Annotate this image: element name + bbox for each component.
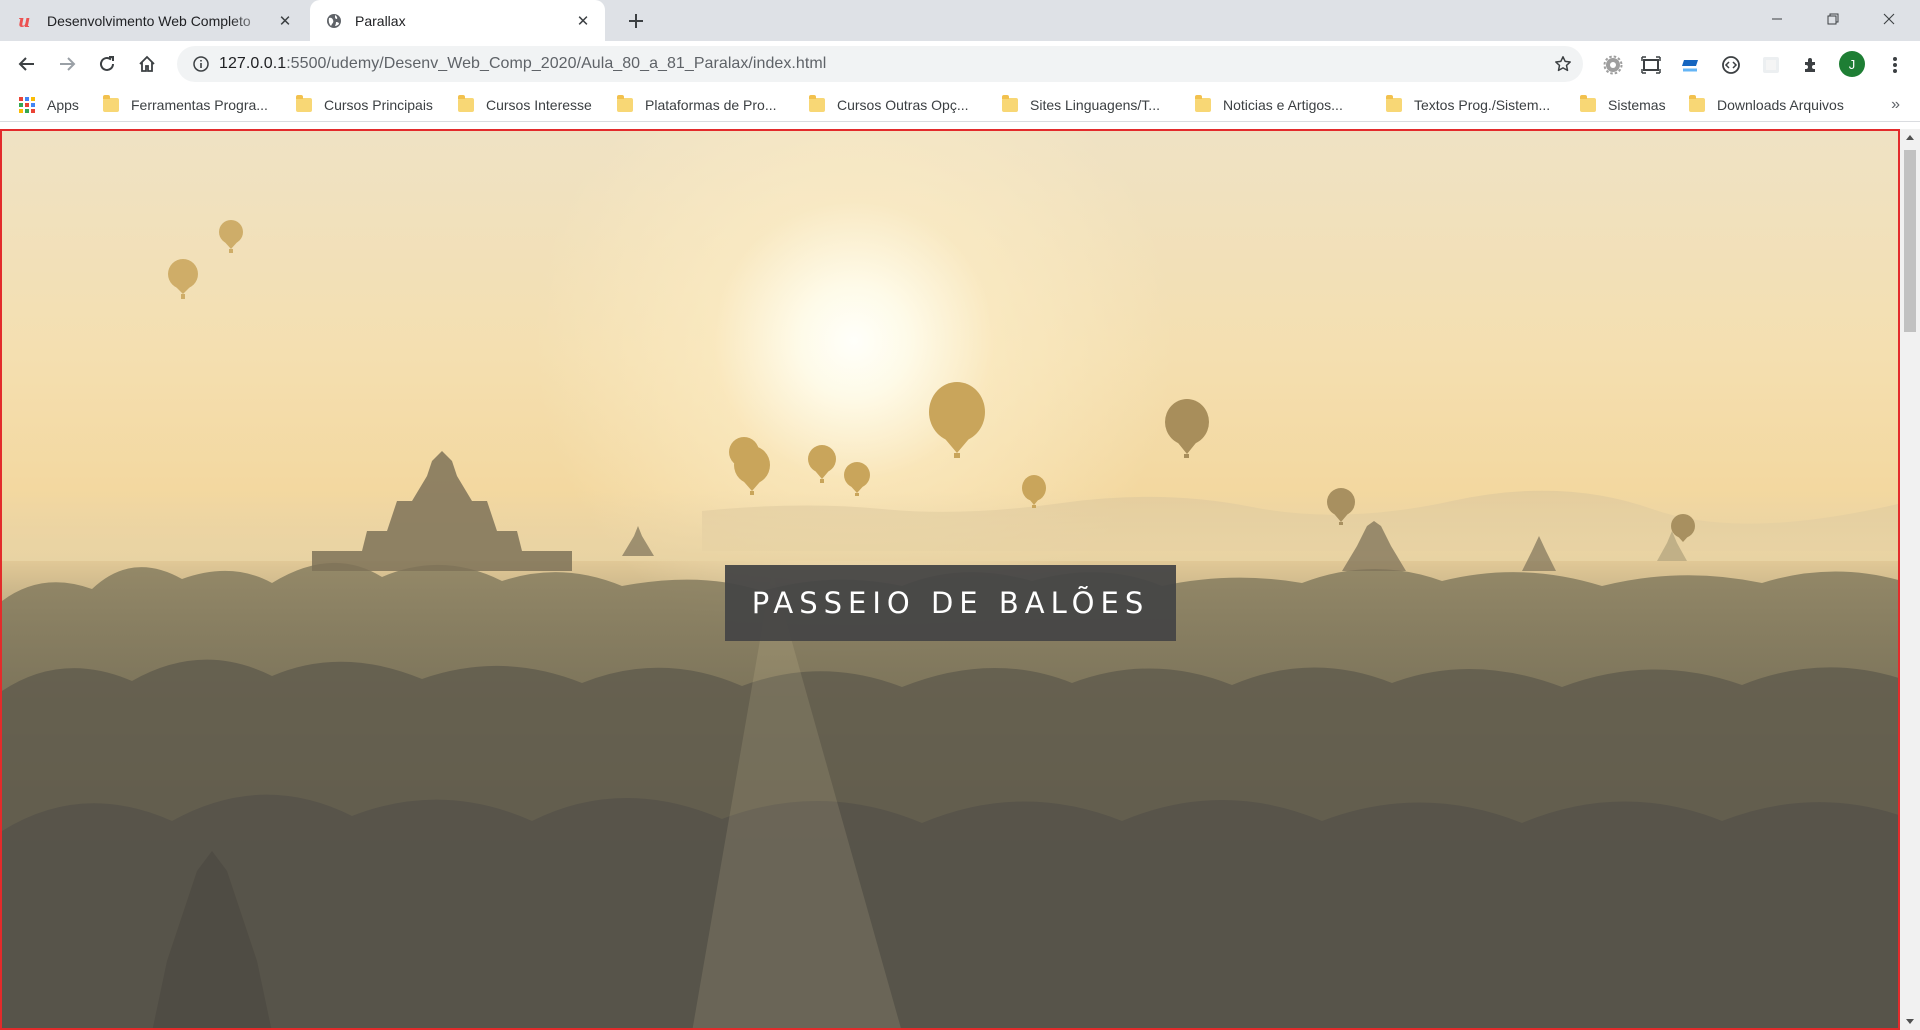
bookmark-folder[interactable]: Ferramentas Progra... xyxy=(103,88,268,122)
vertical-scrollbar[interactable] xyxy=(1900,129,1920,1030)
bookmark-folder[interactable]: Cursos Interesse xyxy=(458,88,592,122)
folder-icon xyxy=(1195,95,1211,112)
close-window-button[interactable] xyxy=(1866,0,1912,38)
close-icon[interactable]: ✕ xyxy=(573,11,593,31)
arrow-left-icon xyxy=(18,57,34,71)
profile-avatar[interactable]: J xyxy=(1839,51,1865,77)
svg-text:u: u xyxy=(18,12,30,30)
back-button[interactable] xyxy=(11,48,43,80)
bookmark-label: Downloads Arquivos xyxy=(1717,97,1844,113)
bookmark-label: Plataformas de Pro... xyxy=(645,97,777,113)
address-bar[interactable]: 127.0.0.1:5500/udemy/Desenv_Web_Comp_202… xyxy=(177,46,1583,82)
folder-icon xyxy=(1580,95,1596,112)
bookmark-label: Sites Linguagens/T... xyxy=(1030,97,1160,113)
close-icon[interactable]: ✕ xyxy=(275,11,295,31)
menu-kebab-icon[interactable] xyxy=(1880,50,1910,80)
bookmark-label: Apps xyxy=(47,97,79,113)
scroll-down-arrow-icon[interactable] xyxy=(1906,1019,1914,1024)
tab-title: Parallax xyxy=(355,12,406,29)
bookmark-label: Cursos Outras Opç... xyxy=(837,97,969,113)
bookmark-label: Sistemas xyxy=(1608,97,1666,113)
udemy-icon: u xyxy=(17,12,35,30)
apps-grid-icon xyxy=(19,97,35,113)
folder-icon xyxy=(1002,95,1018,112)
arrow-right-icon xyxy=(60,57,76,71)
bookmarks-more-chevron-icon[interactable]: » xyxy=(1891,88,1900,122)
forward-button[interactable] xyxy=(51,48,83,80)
folder-icon xyxy=(458,95,474,112)
home-icon xyxy=(139,55,155,72)
bookmark-apps[interactable]: Apps xyxy=(19,88,79,122)
minimize-button[interactable] xyxy=(1754,0,1800,38)
bookmark-folder[interactable]: Cursos Principais xyxy=(296,88,433,122)
bookmark-folder[interactable]: Downloads Arquivos xyxy=(1689,88,1844,122)
bookmark-folder[interactable]: Textos Prog./Sistem... xyxy=(1386,88,1550,122)
stack-extension-icon[interactable] xyxy=(1675,50,1705,80)
folder-icon xyxy=(1386,95,1402,112)
folder-icon xyxy=(296,95,312,112)
browser-toolbar: 127.0.0.1:5500/udemy/Desenv_Web_Comp_202… xyxy=(0,41,1920,88)
reload-icon xyxy=(100,56,114,71)
url-path: :5500/udemy/Desenv_Web_Comp_2020/Aula_80… xyxy=(286,55,827,72)
folder-icon xyxy=(617,95,633,112)
scrollbar-thumb[interactable] xyxy=(1904,150,1916,332)
folder-icon xyxy=(809,95,825,112)
tab-title: Desenvolvimento Web Completo xyxy=(47,12,251,29)
extension-gear-icon[interactable] xyxy=(1598,50,1628,80)
bookmark-folder[interactable]: Cursos Outras Opç... xyxy=(809,88,968,122)
url-host: 127.0.0.1 xyxy=(219,55,287,72)
bookmark-label: Cursos Interesse xyxy=(486,97,592,113)
bookmarks-bar: Apps Ferramentas Progra... Cursos Princi… xyxy=(0,88,1920,122)
page-viewport: PASSEIO DE BALÕES xyxy=(0,129,1900,1030)
bookmark-folder[interactable]: Sites Linguagens/T... xyxy=(1002,88,1160,122)
url-text: 127.0.0.1:5500/udemy/Desenv_Web_Comp_202… xyxy=(219,55,826,73)
bookmark-label: Ferramentas Progra... xyxy=(131,97,268,113)
bookmark-folder[interactable]: Plataformas de Pro... xyxy=(617,88,777,122)
bookmark-folder[interactable]: Sistemas xyxy=(1580,88,1666,122)
new-tab-button[interactable] xyxy=(622,8,650,34)
screenshot-extension-icon[interactable] xyxy=(1636,50,1666,80)
reload-button[interactable] xyxy=(91,48,123,80)
home-button[interactable] xyxy=(131,48,163,80)
bookmark-label: Cursos Principais xyxy=(324,97,433,113)
tab-parallax[interactable]: Parallax ✕ xyxy=(310,0,605,41)
plus-icon xyxy=(629,14,643,28)
tab-strip: u Desenvolvimento Web Completo ✕ Paralla… xyxy=(0,0,1920,41)
scroll-up-arrow-icon[interactable] xyxy=(1906,135,1914,140)
bookmark-star-icon[interactable] xyxy=(1549,50,1577,78)
hero-caption: PASSEIO DE BALÕES xyxy=(725,565,1176,641)
blank-extension-icon[interactable] xyxy=(1756,50,1786,80)
info-icon[interactable] xyxy=(183,46,219,82)
globe-icon xyxy=(325,12,343,30)
folder-icon xyxy=(1689,95,1705,112)
bookmark-label: Noticias e Artigos... xyxy=(1223,97,1343,113)
puzzle-extensions-icon[interactable] xyxy=(1796,50,1826,80)
folder-icon xyxy=(103,95,119,112)
restore-button[interactable] xyxy=(1810,0,1856,38)
tab-udemy[interactable]: u Desenvolvimento Web Completo ✕ xyxy=(17,0,307,41)
hero-parallax-image: PASSEIO DE BALÕES xyxy=(2,131,1898,1028)
code-extension-icon[interactable] xyxy=(1716,50,1746,80)
bookmark-label: Textos Prog./Sistem... xyxy=(1414,97,1551,113)
bookmark-folder[interactable]: Noticias e Artigos... xyxy=(1195,88,1343,122)
